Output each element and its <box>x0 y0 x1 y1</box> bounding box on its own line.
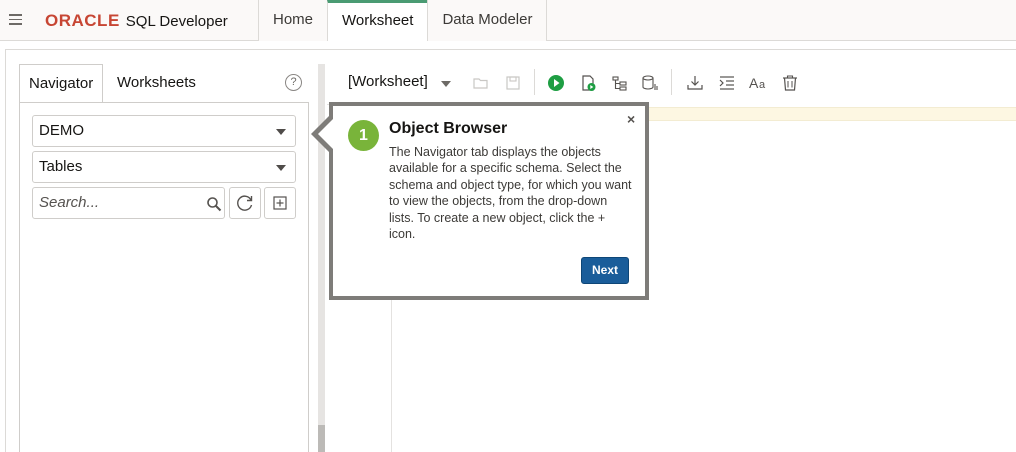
chevron-down-icon <box>276 165 286 171</box>
plus-icon <box>273 196 287 210</box>
toolbar-separator <box>671 69 672 95</box>
chevron-down-icon[interactable] <box>441 81 451 87</box>
svg-text:A: A <box>749 75 759 91</box>
run-script-icon[interactable] <box>579 74 597 92</box>
product-name: SQL Developer <box>125 13 228 30</box>
tab-navigator[interactable]: Navigator <box>19 64 103 103</box>
autotrace-icon[interactable] <box>641 74 659 92</box>
schema-select[interactable]: DEMO <box>32 115 296 147</box>
current-line-highlight <box>646 107 1016 121</box>
refresh-icon <box>237 195 253 211</box>
tab-data-modeler[interactable]: Data Modeler <box>427 0 548 41</box>
tab-home[interactable]: Home <box>258 0 328 41</box>
popover-arrow-fill <box>318 119 333 149</box>
format-indent-icon[interactable] <box>718 74 736 92</box>
toolbar-separator <box>534 69 535 95</box>
open-folder-icon[interactable] <box>472 74 490 92</box>
search-placeholder: Search... <box>39 194 100 211</box>
app-logo: ORACLE SQL Developer <box>45 11 228 31</box>
object-type-select-value: Tables <box>39 158 83 175</box>
top-bar: ORACLE SQL Developer Home Worksheet Data… <box>0 0 1016 41</box>
hamburger-menu-icon[interactable] <box>9 14 22 25</box>
close-icon[interactable]: × <box>627 111 635 127</box>
create-object-button[interactable] <box>264 187 296 219</box>
object-type-select[interactable]: Tables <box>32 151 296 183</box>
font-case-icon[interactable]: A a <box>749 74 769 92</box>
trash-icon[interactable] <box>781 74 799 92</box>
step-badge: 1 <box>348 120 379 151</box>
search-icon[interactable] <box>206 196 222 212</box>
svg-text:a: a <box>759 79 766 91</box>
schema-select-value: DEMO <box>39 122 84 139</box>
explain-plan-icon[interactable] <box>611 74 629 92</box>
download-icon[interactable] <box>686 74 704 92</box>
refresh-button[interactable] <box>229 187 261 219</box>
popover-title: Object Browser <box>389 120 508 137</box>
top-tabs: Home Worksheet Data Modeler <box>258 0 548 41</box>
save-icon[interactable] <box>504 74 522 92</box>
popover-body: The Navigator tab displays the objects a… <box>389 145 632 242</box>
tab-worksheet[interactable]: Worksheet <box>327 0 428 41</box>
tab-worksheets[interactable]: Worksheets <box>108 64 205 103</box>
splitter-scrollbar[interactable] <box>318 425 325 452</box>
brand-name: ORACLE <box>45 11 120 30</box>
chevron-down-icon <box>276 129 286 135</box>
next-button[interactable]: Next <box>581 257 629 284</box>
search-input[interactable]: Search... <box>32 187 225 219</box>
left-panel-tabs: Navigator Worksheets <box>19 64 308 103</box>
worksheet-selector[interactable]: [Worksheet] <box>348 73 428 90</box>
help-icon[interactable]: ? <box>285 74 302 91</box>
object-browser-popover: 1 Object Browser × The Navigator tab dis… <box>329 102 649 300</box>
run-statement-icon[interactable] <box>547 74 565 92</box>
